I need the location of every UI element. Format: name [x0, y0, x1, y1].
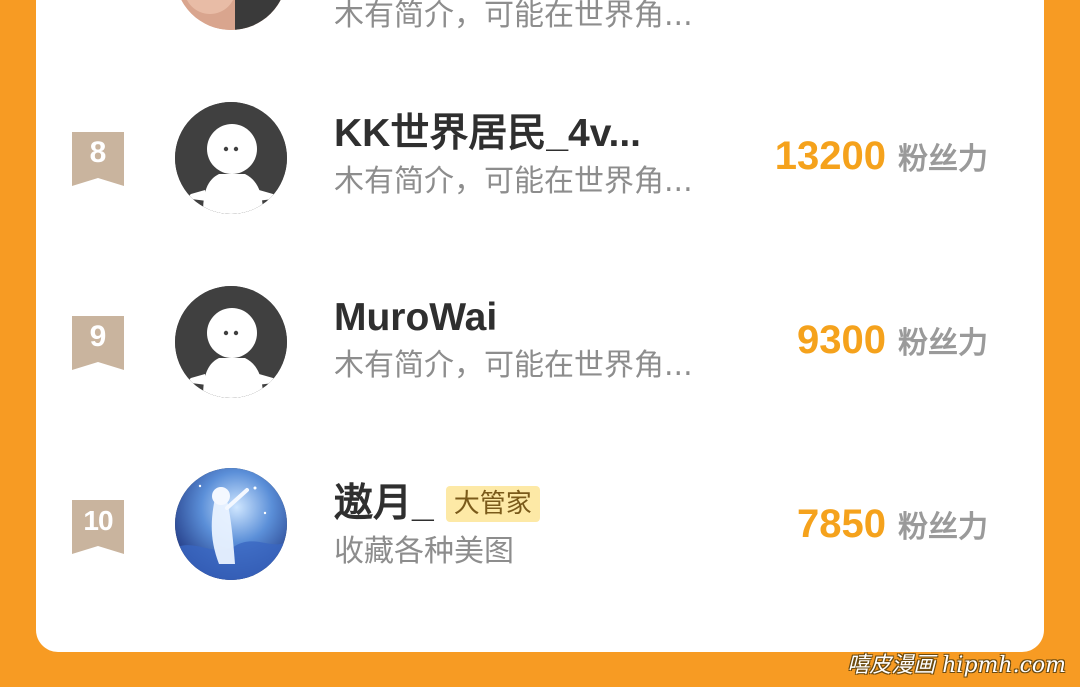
default-person-icon — [175, 286, 287, 398]
fans-unit: 粉丝力 — [898, 326, 988, 361]
avatar[interactable] — [175, 0, 287, 30]
list-item[interactable]: 8 KK世界居民_4v... 木有简介，可能在世界角... 13200 粉丝力 — [36, 96, 1044, 226]
rank-ribbon: 8 — [72, 132, 124, 186]
name-line: 遨月_ 大管家 — [334, 480, 540, 528]
fans-score: 13200 粉丝力 — [775, 134, 988, 182]
photo-avatar-icon — [175, 0, 287, 30]
avatar[interactable] — [175, 102, 287, 214]
list-item[interactable]: 9 MuroWai 木有简介，可能在世界角... 9300 粉丝力 — [36, 280, 1044, 410]
role-badge: 大管家 — [445, 486, 540, 522]
list-item[interactable]: 木有简介，可能在世界角... — [36, 0, 1044, 50]
user-description: 木有简介，可能在世界角... — [334, 0, 693, 33]
fans-number: 9300 — [797, 318, 886, 362]
name-line: KK世界居民_4v... — [334, 110, 641, 158]
leaderboard-card: 木有简介，可能在世界角... 8 KK世界居民_4v... 木有简介，可能在世界… — [36, 0, 1044, 652]
user-name[interactable]: MuroWai — [334, 294, 497, 342]
watermark: 嘻皮漫画 hipmh.com — [847, 653, 1066, 678]
fans-number: 13200 — [774, 134, 886, 178]
leaderboard-frame: 木有简介，可能在世界角... 8 KK世界居民_4v... 木有简介，可能在世界… — [0, 0, 1080, 687]
user-name[interactable]: KK世界居民_4v... — [334, 110, 641, 158]
fans-score: 9300 粉丝力 — [797, 318, 988, 366]
name-line: MuroWai — [334, 294, 497, 342]
anime-girl-avatar — [175, 468, 287, 580]
rank-number: 10 — [83, 505, 113, 536]
fans-unit: 粉丝力 — [898, 142, 988, 177]
user-description: 木有简介，可能在世界角... — [334, 164, 693, 199]
avatar[interactable] — [175, 286, 287, 398]
list-item[interactable]: 10 遨月_ 大管家 收藏各种美图 7850 粉丝力 — [36, 464, 1044, 594]
rank-number: 9 — [89, 320, 107, 353]
fans-unit: 粉丝力 — [898, 510, 988, 545]
rank-ribbon: 9 — [72, 316, 124, 370]
fans-score: 7850 粉丝力 — [797, 502, 988, 550]
user-description: 木有简介，可能在世界角... — [334, 348, 693, 383]
avatar[interactable] — [175, 468, 287, 580]
fans-number: 7850 — [797, 502, 886, 546]
rank-ribbon: 10 — [72, 500, 124, 554]
user-name[interactable]: 遨月_ — [334, 480, 434, 528]
rank-number: 8 — [89, 136, 107, 169]
user-description: 收藏各种美图 — [334, 534, 514, 569]
default-person-icon — [175, 102, 287, 214]
